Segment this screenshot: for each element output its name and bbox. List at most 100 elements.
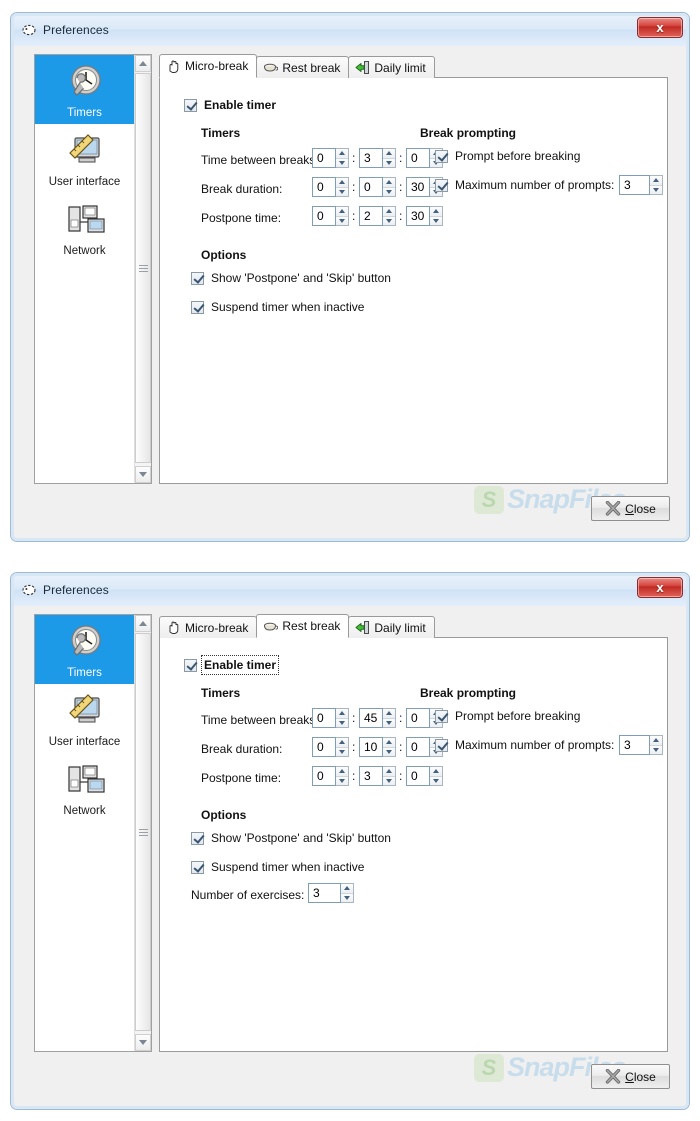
stepper-down[interactable] bbox=[336, 747, 348, 756]
number-of-exercises-spinner[interactable]: 3 bbox=[308, 883, 354, 903]
sidebar-item-user-interface[interactable]: User interface bbox=[35, 684, 134, 753]
stepper-up[interactable] bbox=[430, 767, 442, 777]
seconds-value[interactable]: 0 bbox=[406, 737, 430, 757]
hours-value[interactable]: 0 bbox=[312, 766, 336, 786]
seconds-stepper[interactable] bbox=[430, 206, 443, 226]
sidebar-item-network[interactable]: Network bbox=[35, 753, 134, 822]
stepper-down[interactable] bbox=[383, 187, 395, 196]
time-between-breaks-hours[interactable]: 0 bbox=[312, 148, 349, 168]
stepper-up[interactable] bbox=[336, 178, 348, 188]
tab-micro-break[interactable]: Micro-break bbox=[159, 616, 258, 638]
sidebar-item-network[interactable]: Network bbox=[35, 193, 134, 262]
stepper-up[interactable] bbox=[341, 884, 353, 894]
seconds-value[interactable]: 30 bbox=[406, 177, 430, 197]
minutes-stepper[interactable] bbox=[383, 708, 396, 728]
time-between-breaks-hours[interactable]: 0 bbox=[312, 708, 349, 728]
tab-micro-break[interactable]: Micro-break bbox=[159, 54, 258, 78]
seconds-value[interactable]: 0 bbox=[406, 708, 430, 728]
break-duration-hours[interactable]: 0 bbox=[312, 177, 349, 197]
max-prompts-checkbox[interactable] bbox=[435, 738, 448, 752]
postpone-time-seconds[interactable]: 0 bbox=[406, 766, 443, 786]
scroll-down-button[interactable] bbox=[135, 1034, 151, 1051]
stepper-down[interactable] bbox=[430, 216, 442, 225]
minutes-value[interactable]: 10 bbox=[359, 737, 383, 757]
scrollbar-thumb[interactable] bbox=[135, 73, 151, 463]
stepper-up[interactable] bbox=[383, 207, 395, 217]
stepper-down[interactable] bbox=[430, 776, 442, 785]
break-duration-minutes[interactable]: 10 bbox=[359, 737, 396, 757]
seconds-value[interactable]: 0 bbox=[406, 148, 430, 168]
hours-value[interactable]: 0 bbox=[312, 708, 336, 728]
stepper-down[interactable] bbox=[336, 718, 348, 727]
hours-stepper[interactable] bbox=[336, 766, 349, 786]
sidebar-item-user-interface[interactable]: User interface bbox=[35, 124, 134, 193]
stepper-up[interactable] bbox=[650, 176, 662, 186]
stepper-up[interactable] bbox=[336, 738, 348, 748]
max-prompts-spinner[interactable]: 3 bbox=[619, 175, 663, 195]
minutes-stepper[interactable] bbox=[383, 148, 396, 168]
max-prompts-stepper[interactable] bbox=[650, 735, 663, 755]
stepper-up[interactable] bbox=[336, 767, 348, 777]
postpone-time-hours[interactable]: 0 bbox=[312, 206, 349, 226]
sidebar-scrollbar[interactable] bbox=[134, 55, 151, 483]
stepper-down[interactable] bbox=[383, 776, 395, 785]
tab-rest-break[interactable]: Rest break bbox=[256, 614, 350, 638]
prompt-before-breaking-checkbox[interactable] bbox=[435, 149, 448, 163]
stepper-up[interactable] bbox=[383, 738, 395, 748]
close-button[interactable]: Close bbox=[591, 496, 670, 521]
window-close-button[interactable]: x bbox=[637, 17, 683, 38]
stepper-up[interactable] bbox=[383, 178, 395, 188]
hours-stepper[interactable] bbox=[336, 737, 349, 757]
stepper-up[interactable] bbox=[383, 767, 395, 777]
sidebar-item-timers[interactable]: Timers bbox=[35, 615, 134, 684]
suspend-when-inactive-checkbox[interactable] bbox=[191, 860, 204, 874]
enable-timer-checkbox[interactable] bbox=[184, 98, 197, 112]
hours-value[interactable]: 0 bbox=[312, 148, 336, 168]
hours-value[interactable]: 0 bbox=[312, 206, 336, 226]
max-prompts-stepper[interactable] bbox=[650, 175, 663, 195]
show-postpone-skip-checkbox[interactable] bbox=[191, 271, 204, 285]
stepper-up[interactable] bbox=[650, 736, 662, 746]
stepper-down[interactable] bbox=[336, 158, 348, 167]
break-duration-hours[interactable]: 0 bbox=[312, 737, 349, 757]
scroll-up-button[interactable] bbox=[135, 615, 151, 632]
postpone-time-hours[interactable]: 0 bbox=[312, 766, 349, 786]
postpone-time-minutes[interactable]: 3 bbox=[359, 766, 396, 786]
seconds-value[interactable]: 0 bbox=[406, 766, 430, 786]
stepper-up[interactable] bbox=[336, 207, 348, 217]
stepper-down[interactable] bbox=[336, 216, 348, 225]
max-prompts-value[interactable]: 3 bbox=[619, 735, 650, 755]
enable-timer-checkbox[interactable] bbox=[184, 658, 197, 672]
stepper-up[interactable] bbox=[336, 149, 348, 159]
stepper-down[interactable] bbox=[336, 187, 348, 196]
hours-stepper[interactable] bbox=[336, 177, 349, 197]
time-between-breaks-minutes[interactable]: 45 bbox=[359, 708, 396, 728]
hours-stepper[interactable] bbox=[336, 708, 349, 728]
max-prompts-value[interactable]: 3 bbox=[619, 175, 650, 195]
tab-daily-limit[interactable]: Daily limit bbox=[348, 616, 435, 638]
minutes-stepper[interactable] bbox=[383, 206, 396, 226]
tab-rest-break[interactable]: Rest break bbox=[256, 56, 350, 78]
suspend-when-inactive-checkbox[interactable] bbox=[191, 300, 204, 314]
window-close-button[interactable]: x bbox=[637, 577, 683, 598]
stepper-down[interactable] bbox=[341, 893, 353, 902]
scrollbar-thumb[interactable] bbox=[135, 633, 151, 1031]
minutes-stepper[interactable] bbox=[383, 766, 396, 786]
seconds-stepper[interactable] bbox=[430, 766, 443, 786]
minutes-value[interactable]: 3 bbox=[359, 148, 383, 168]
scroll-down-button[interactable] bbox=[135, 466, 151, 483]
stepper-up[interactable] bbox=[383, 709, 395, 719]
break-duration-minutes[interactable]: 0 bbox=[359, 177, 396, 197]
stepper-down[interactable] bbox=[650, 745, 662, 754]
max-prompts-spinner[interactable]: 3 bbox=[619, 735, 663, 755]
hours-value[interactable]: 0 bbox=[312, 737, 336, 757]
number-of-exercises-value[interactable]: 3 bbox=[308, 883, 341, 903]
stepper-down[interactable] bbox=[383, 718, 395, 727]
stepper-down[interactable] bbox=[383, 158, 395, 167]
hours-value[interactable]: 0 bbox=[312, 177, 336, 197]
sidebar-scrollbar[interactable] bbox=[134, 615, 151, 1051]
prompt-before-breaking-checkbox[interactable] bbox=[435, 709, 448, 723]
show-postpone-skip-checkbox[interactable] bbox=[191, 831, 204, 845]
sidebar-item-timers[interactable]: Timers bbox=[35, 55, 134, 124]
stepper-down[interactable] bbox=[650, 185, 662, 194]
